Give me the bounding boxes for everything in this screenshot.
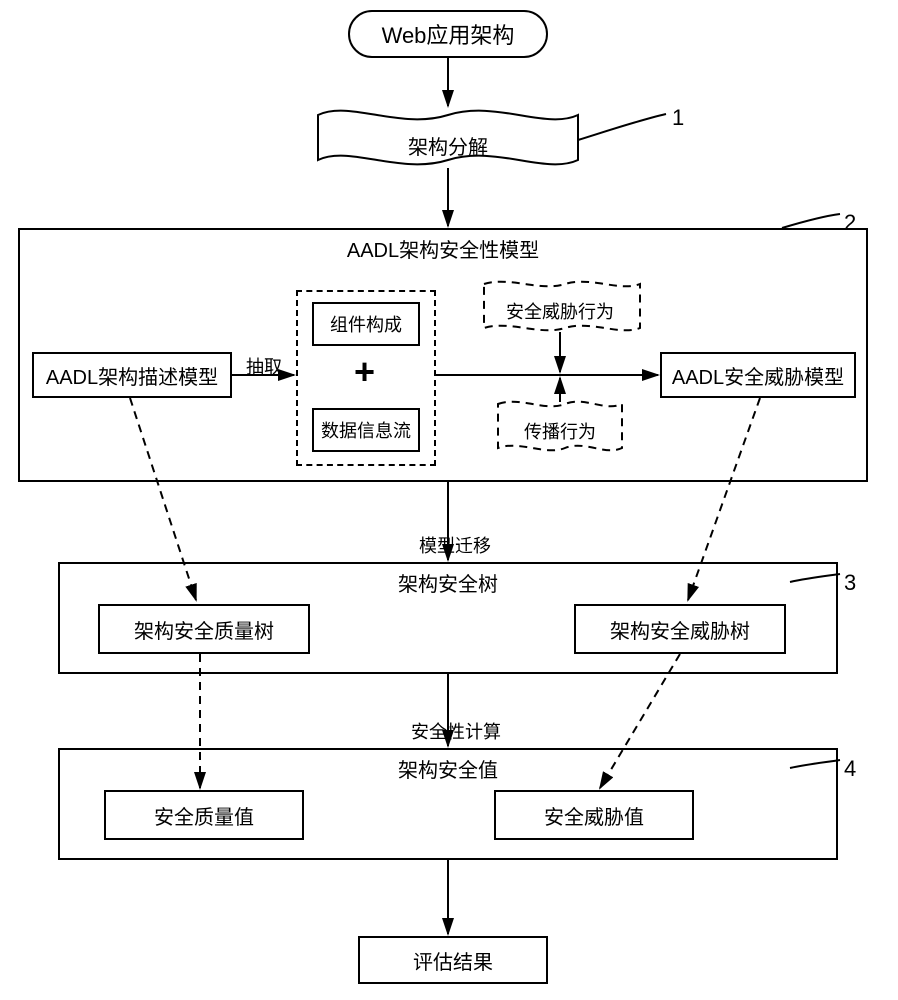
threat-value: 安全威胁值 bbox=[494, 790, 694, 840]
quality-tree: 架构安全质量树 bbox=[98, 604, 310, 654]
callout-4: 4 bbox=[844, 756, 856, 782]
stage3-title: 架构安全树 bbox=[60, 568, 836, 597]
decompose-label: 架构分解 bbox=[318, 120, 578, 170]
stage4-title: 架构安全值 bbox=[60, 754, 836, 783]
dataflow-box: 数据信息流 bbox=[312, 408, 420, 452]
transition34-label: 安全性计算 bbox=[408, 718, 504, 744]
threat-tree: 架构安全威胁树 bbox=[574, 604, 786, 654]
component-box: 组件构成 bbox=[312, 302, 420, 346]
threat-behavior-label: 安全威胁行为 bbox=[490, 298, 630, 324]
transition23-label: 模型迁移 bbox=[415, 532, 495, 558]
callout-2: 2 bbox=[844, 210, 856, 236]
callout-1: 1 bbox=[672, 105, 684, 131]
plus-sign: + bbox=[354, 354, 375, 390]
callout-3: 3 bbox=[844, 570, 856, 596]
result-node: 评估结果 bbox=[358, 936, 548, 984]
propagation-label: 传播行为 bbox=[505, 418, 615, 444]
aadl-desc-model: AADL架构描述模型 bbox=[32, 352, 232, 398]
aadl-threat-model: AADL安全威胁模型 bbox=[660, 352, 856, 398]
quality-value: 安全质量值 bbox=[104, 790, 304, 840]
extract-label: 抽取 bbox=[244, 353, 284, 379]
stage2-title: AADL架构安全性模型 bbox=[20, 234, 866, 263]
start-node: Web应用架构 bbox=[348, 10, 548, 58]
